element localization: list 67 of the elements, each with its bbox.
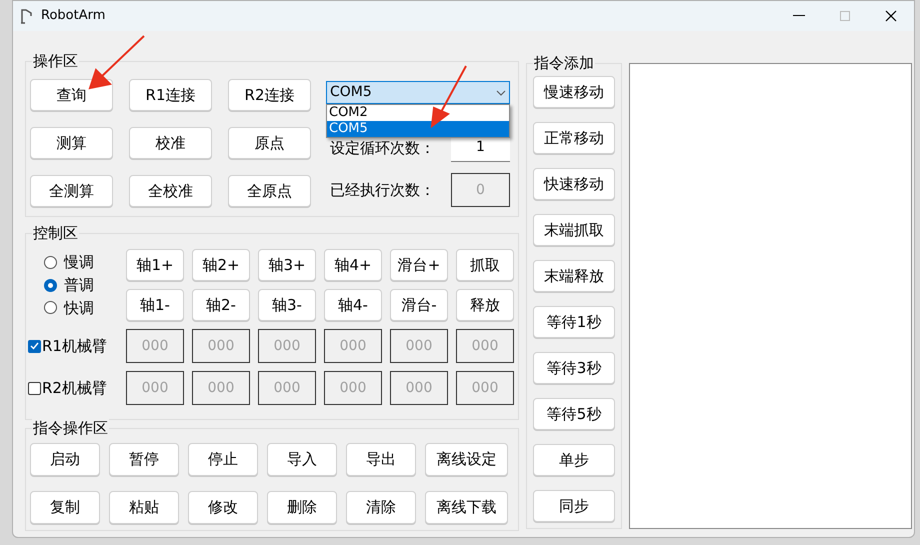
command-button[interactable]: 等待5秒 [533,398,615,430]
arm-checkbox[interactable]: R1机械臂 [28,329,118,363]
command-button[interactable]: 抓取 [456,249,514,281]
command-button[interactable]: 等待1秒 [533,306,615,338]
robot-arm-icon [19,8,35,24]
command-button[interactable]: 轴2+ [192,249,250,281]
command-button[interactable]: 删除 [267,491,337,524]
speed-radio[interactable]: 慢调 [44,251,118,274]
command-button[interactable]: 导入 [267,443,337,476]
command-button[interactable]: 查询 [30,79,113,111]
group-title: 指令添加 [533,53,595,73]
annotation-arrow [428,64,468,130]
command-button[interactable]: 末端释放 [533,260,615,292]
command-button[interactable]: 慢速移动 [533,76,615,108]
group-title: 控制区 [32,223,79,243]
command-button[interactable]: 轴4- [324,289,382,321]
command-button[interactable]: 滑台+ [390,249,448,281]
command-button[interactable]: 全校准 [129,175,212,207]
command-button[interactable]: 全原点 [228,175,311,207]
window-title: RobotArm [41,7,106,26]
command-button[interactable]: 轴2- [192,289,250,321]
command-button[interactable]: 单步 [533,444,615,476]
maximize-icon [840,11,850,21]
command-button[interactable]: 导出 [346,443,416,476]
command-button[interactable]: 粘贴 [109,491,179,524]
command-button[interactable]: 等待3秒 [533,352,615,384]
port-option[interactable]: COM5 [327,121,509,137]
command-list[interactable] [629,63,912,529]
command-button[interactable]: 离线下载 [425,491,508,524]
command-button[interactable]: 快速移动 [533,168,615,200]
port-option[interactable]: COM2 [327,105,509,121]
command-button[interactable]: 同步 [533,490,615,522]
command-button[interactable]: R1连接 [129,79,212,111]
checkmark-icon [30,342,39,350]
command-button[interactable]: 滑台- [390,289,448,321]
group-title: 指令操作区 [32,418,109,438]
command-button[interactable]: R2连接 [228,79,311,111]
close-icon [885,10,897,22]
executed-count-label: 已经执行次数： [330,180,436,201]
speed-radio[interactable]: 快调 [44,296,118,319]
annotation-arrow [86,34,146,92]
loop-count-label: 设定循环次数： [330,138,436,159]
command-button[interactable]: 轴3+ [258,249,316,281]
minimize-icon [793,15,805,17]
group-title: 操作区 [32,51,79,71]
command-button[interactable]: 修改 [188,491,258,524]
command-button[interactable]: 轴1+ [126,249,184,281]
speed-radio[interactable]: 普调 [44,274,118,296]
command-button[interactable]: 校准 [129,127,212,159]
command-button[interactable]: 测算 [30,127,113,159]
command-button[interactable]: 轴1- [126,289,184,321]
command-button[interactable]: 启动 [30,443,100,476]
command-button[interactable]: 末端抓取 [533,214,615,246]
command-button[interactable]: 全测算 [30,175,113,207]
command-button[interactable]: 离线设定 [425,443,508,476]
command-button[interactable]: 原点 [228,127,311,159]
command-button[interactable]: 轴3- [258,289,316,321]
arm-checkbox[interactable]: R2机械臂 [28,371,118,405]
command-button[interactable]: 清除 [346,491,416,524]
command-button[interactable]: 正常移动 [533,122,615,154]
command-button[interactable]: 释放 [456,289,514,321]
command-button[interactable]: 暂停 [109,443,179,476]
port-select[interactable]: COM5 [326,81,510,104]
command-button[interactable]: 停止 [188,443,258,476]
chevron-down-icon [496,90,506,96]
command-button[interactable]: 轴4+ [324,249,382,281]
command-button[interactable]: 复制 [30,491,100,524]
